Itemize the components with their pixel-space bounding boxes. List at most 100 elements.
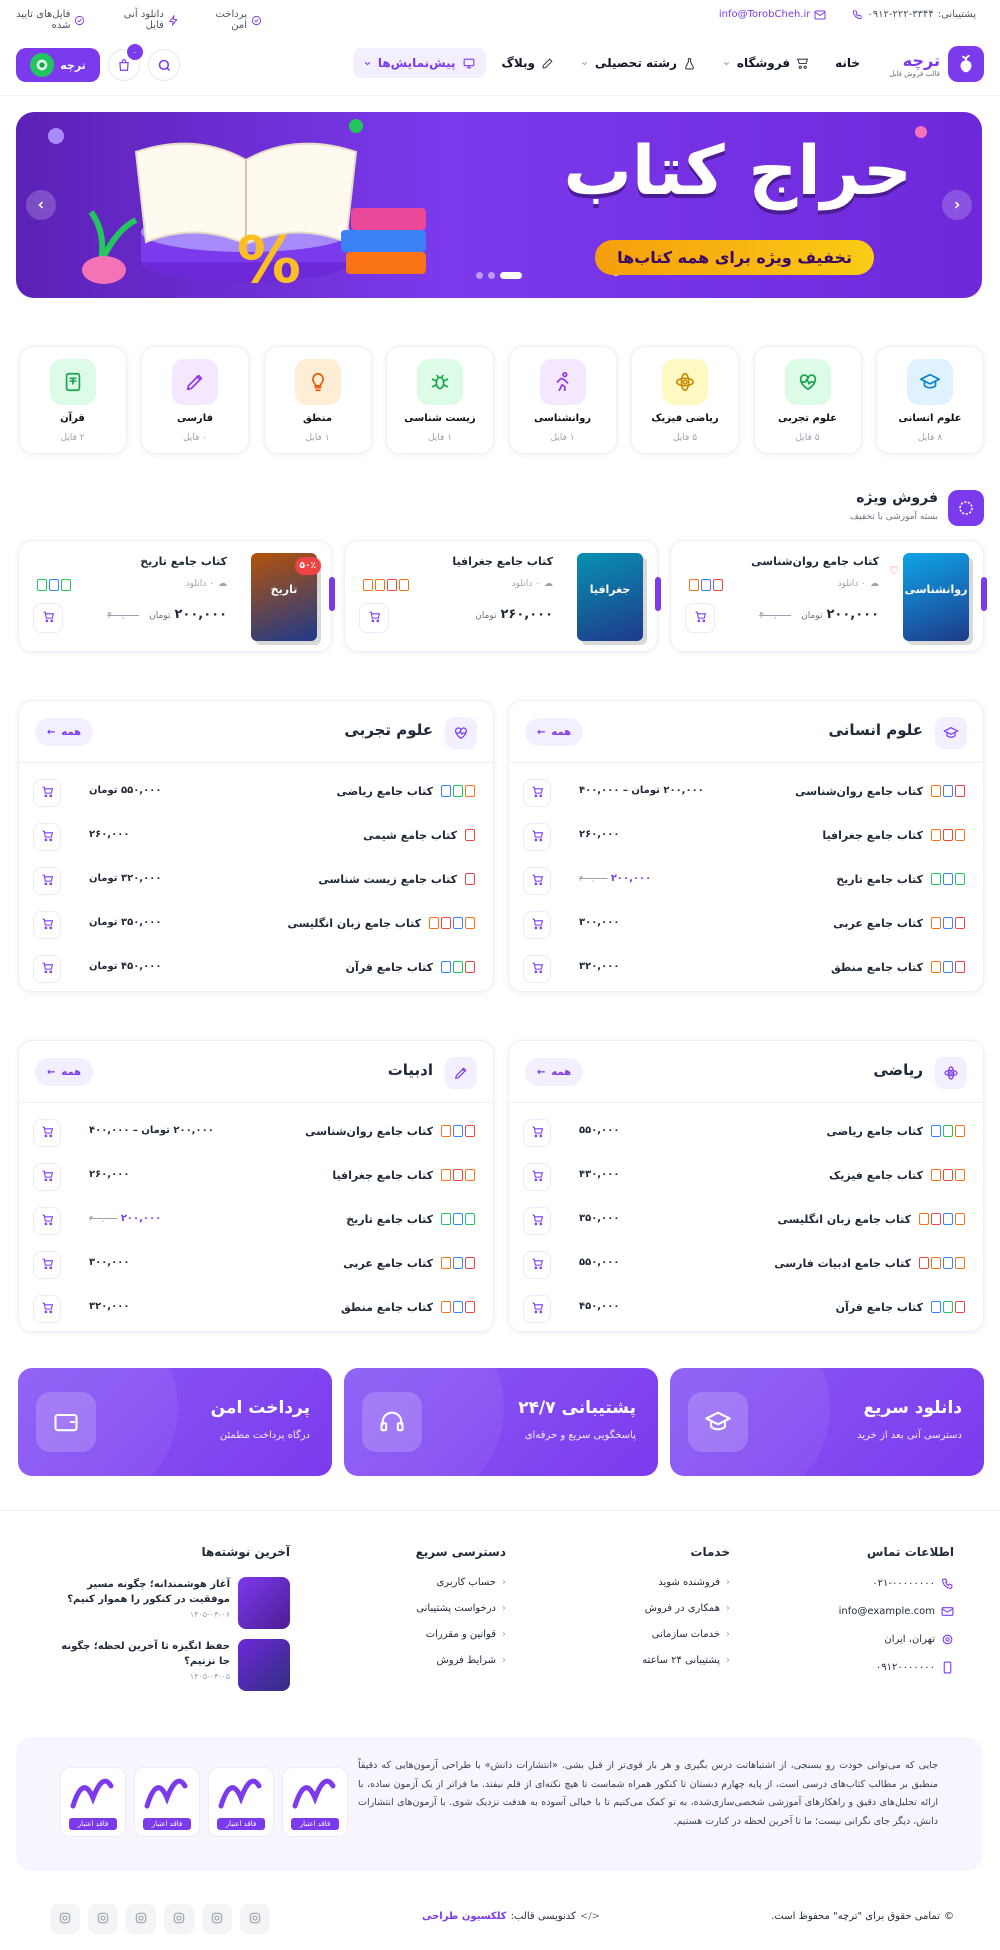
footer-link[interactable]: ‹ قوانین و مقررات [376, 1629, 506, 1640]
category-card[interactable]: قرآن ۲ فایل [18, 346, 127, 454]
product-name[interactable]: کتاب جامع فیزیک [829, 1169, 923, 1182]
table-row[interactable]: کتاب جامع منطق ۳۲۰,۰۰۰ [19, 1287, 493, 1331]
social-button[interactable] [202, 1904, 232, 1934]
table-row[interactable]: کتاب جامع شیمی ۲۶۰,۰۰۰ [19, 815, 493, 859]
product-name[interactable]: کتاب جامع قرآن [346, 961, 433, 974]
blog-post-item[interactable]: حفظ انگیزه تا آخرین لحظه؛ چگونه جا نزنیم… [50, 1639, 290, 1691]
add-to-cart-button[interactable] [33, 603, 63, 633]
table-row[interactable]: کتاب جامع قرآن ۴۵۰,۰۰۰ تومان [19, 947, 493, 991]
add-to-cart-button[interactable] [33, 867, 61, 895]
contact-phone[interactable]: ۰۲۱-۰۰۰۰۰۰۰۰ [814, 1577, 954, 1590]
add-to-cart-button[interactable] [523, 779, 551, 807]
slider-dot[interactable] [488, 272, 495, 279]
table-row[interactable]: کتاب جامع جغرافیا ۲۶۰,۰۰۰ [19, 1155, 493, 1199]
add-to-cart-button[interactable] [523, 823, 551, 851]
add-to-cart-button[interactable] [33, 1163, 61, 1191]
add-to-cart-button[interactable] [523, 867, 551, 895]
add-to-cart-button[interactable] [33, 911, 61, 939]
table-row[interactable]: کتاب جامع زبان انگلیسی ۳۵۰,۰۰۰ تومان [19, 903, 493, 947]
social-button[interactable] [240, 1904, 270, 1934]
enamad-seal[interactable]: فاقد اعتبار [282, 1767, 348, 1837]
table-row[interactable]: کتاب جامع زیست شناسی ۳۲۰,۰۰۰ تومان [19, 859, 493, 903]
hero-banner[interactable]: % حراج کتاب تخفیف ویژه برای همه کتاب‌ها [16, 112, 982, 298]
user-account-button[interactable]: ترچه [16, 48, 100, 82]
product-name[interactable]: کتاب جامع شیمی [363, 829, 457, 842]
product-name[interactable]: کتاب جامع زبان انگلیسی [287, 917, 421, 930]
add-to-cart-button[interactable] [359, 603, 389, 633]
table-row[interactable]: کتاب جامع روان‌شناسی ۲۰۰,۰۰۰ تومان – ۴۰۰,… [19, 1111, 493, 1155]
table-row[interactable]: کتاب جامع ادبیات فارسی ۵۵۰,۰۰۰ [509, 1243, 983, 1287]
wishlist-button[interactable]: ♡ [885, 561, 903, 579]
search-button[interactable] [148, 49, 180, 81]
table-row[interactable]: کتاب جامع عربی ۳۰۰,۰۰۰ [509, 903, 983, 947]
table-row[interactable]: کتاب جامع جغرافیا ۲۶۰,۰۰۰ [509, 815, 983, 859]
product-name[interactable]: کتاب جامع ریاضی [337, 785, 433, 798]
table-row[interactable]: کتاب جامع قرآن ۴۵۰,۰۰۰ [509, 1287, 983, 1331]
table-row[interactable]: کتاب جامع زبان انگلیسی ۳۵۰,۰۰۰ [509, 1199, 983, 1243]
product-name[interactable]: کتاب جامع تاریخ [346, 1213, 433, 1226]
nav-blog[interactable]: وبلاگ [492, 48, 564, 78]
footer-link[interactable]: ‹ درخواست پشتیبانی [376, 1603, 506, 1614]
product-card[interactable]: تاریخ ۵۰٪ کتاب جامع تاریخ ☁ ۰ دانلود ۲۰۰,۰۰۰ ت… [18, 540, 335, 652]
table-row[interactable]: کتاب جامع منطق ۳۲۰,۰۰۰ [509, 947, 983, 991]
table-row[interactable]: کتاب جامع ریاضی ۵۵۰,۰۰۰ تومان [19, 771, 493, 815]
add-to-cart-button[interactable] [523, 1119, 551, 1147]
view-all-button[interactable]: همه ← [525, 718, 584, 746]
product-name[interactable]: کتاب جامع تاریخ [836, 873, 923, 886]
category-card[interactable]: علوم انسانی ۸ فایل [876, 346, 984, 454]
add-to-cart-button[interactable] [685, 603, 715, 633]
footer-link[interactable]: ‹ پشتیبانی ۲۴ ساعته [600, 1655, 730, 1666]
add-to-cart-button[interactable] [523, 1251, 551, 1279]
add-to-cart-button[interactable] [523, 955, 551, 983]
table-row[interactable]: کتاب جامع تاریخ ۲۰۰,۰۰۰ ۴۰۰,۰۰۰ [509, 859, 983, 903]
social-button[interactable] [88, 1904, 118, 1934]
category-card[interactable]: روانشناسی ۱ فایل [508, 346, 617, 454]
table-row[interactable]: کتاب جامع تاریخ ۲۰۰,۰۰۰ ۴۰۰,۰۰۰ [19, 1199, 493, 1243]
add-to-cart-button[interactable] [33, 1295, 61, 1323]
view-all-button[interactable]: همه ← [35, 1058, 94, 1086]
product-name[interactable]: کتاب جامع عربی [833, 917, 923, 930]
add-to-cart-button[interactable] [523, 1207, 551, 1235]
category-card[interactable]: زیست شناسی ۱ فایل [386, 346, 494, 454]
add-to-cart-button[interactable] [33, 1119, 61, 1147]
nav-fields[interactable]: رشته تحصیلی [570, 48, 706, 78]
product-name[interactable]: کتاب جامع منطق [341, 1301, 433, 1314]
nav-store[interactable]: فروشگاه [712, 48, 819, 78]
slider-dot[interactable] [476, 272, 483, 279]
footer-link[interactable]: ‹ همکاری در فروش [600, 1603, 730, 1614]
cart-button[interactable]: ۰ [108, 44, 143, 81]
product-name[interactable]: کتاب جامع زیست شناسی [318, 873, 457, 886]
contact-email[interactable]: info@example.com [814, 1605, 954, 1618]
social-button[interactable] [126, 1904, 156, 1934]
table-row[interactable]: کتاب جامع روان‌شناسی ۲۰۰,۰۰۰ تومان – ۴۰۰,… [509, 771, 983, 815]
category-card[interactable]: منطق ۱ فایل [263, 346, 372, 454]
contact-mobile[interactable]: ۰۹۱۲۰۰۰۰۰۰۰ [814, 1661, 954, 1674]
nav-previews[interactable]: پیش‌نمایش‌ها [352, 48, 486, 78]
product-name[interactable]: کتاب جامع روان‌شناسی [795, 785, 923, 798]
product-name[interactable]: کتاب جامع ریاضی [827, 1125, 923, 1138]
product-name[interactable]: کتاب جامع روان‌شناسی [305, 1125, 433, 1138]
nav-home[interactable]: خانه [825, 48, 870, 78]
product-name[interactable]: کتاب جامع قرآن [836, 1301, 923, 1314]
category-card[interactable]: ریاضی فیزیک ۵ فایل [631, 346, 739, 454]
add-to-cart-button[interactable] [33, 955, 61, 983]
category-card[interactable]: فارسی ۰ فایل [141, 346, 249, 454]
slider-next-button[interactable] [942, 190, 972, 220]
footer-link[interactable]: ‹ حساب کاربری [376, 1577, 506, 1588]
view-all-button[interactable]: همه ← [35, 718, 94, 746]
enamad-seal[interactable]: فاقد اعتبار [134, 1767, 200, 1837]
add-to-cart-button[interactable] [33, 1207, 61, 1235]
product-name[interactable]: کتاب جامع جغرافیا [332, 1169, 433, 1182]
credit-link[interactable]: کلکسیون طراحی [422, 1911, 507, 1922]
product-name[interactable]: کتاب جامع زبان انگلیسی [777, 1213, 911, 1226]
email-link[interactable]: info@TorobCheh.ir [719, 9, 811, 20]
slider-dot-active[interactable] [500, 272, 522, 279]
product-card[interactable]: جغرافیا کتاب جامع جغرافیا ☁ ۰ دانلود ۲۶۰,۰۰۰… [344, 540, 661, 652]
slider-prev-button[interactable] [26, 190, 56, 220]
footer-link[interactable]: ‹ فروشنده شوید [600, 1577, 730, 1588]
product-name[interactable]: کتاب جامع منطق [831, 961, 923, 974]
view-all-button[interactable]: همه ← [525, 1058, 584, 1086]
product-name[interactable]: کتاب جامع ادبیات فارسی [774, 1257, 911, 1270]
footer-link[interactable]: ‹ خدمات سازمانی [600, 1629, 730, 1640]
add-to-cart-button[interactable] [33, 1251, 61, 1279]
